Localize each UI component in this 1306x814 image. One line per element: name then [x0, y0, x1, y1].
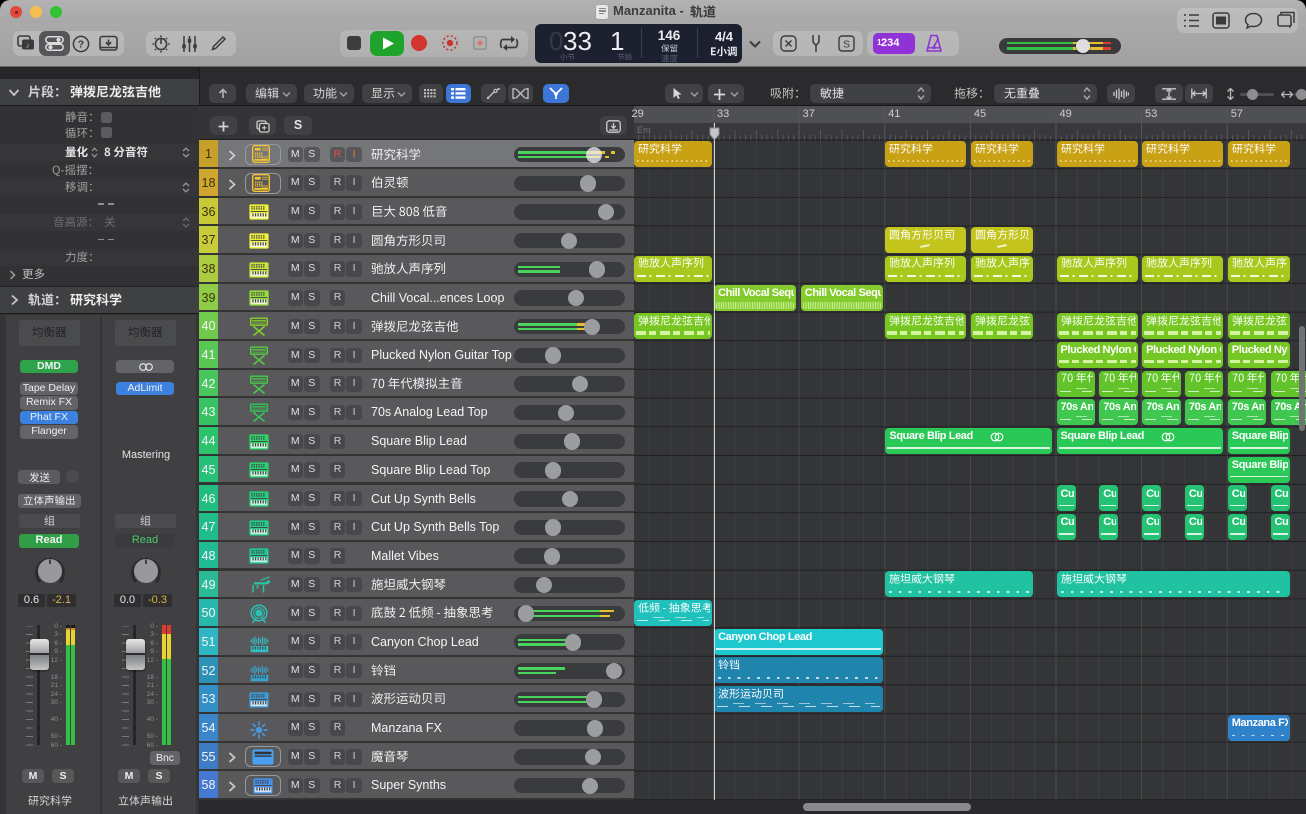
svg-text:♪: ♪: [1288, 20, 1293, 30]
svg-text:♪: ♪: [26, 41, 30, 50]
svg-text:?: ?: [78, 39, 84, 51]
svg-text:S: S: [843, 39, 850, 51]
